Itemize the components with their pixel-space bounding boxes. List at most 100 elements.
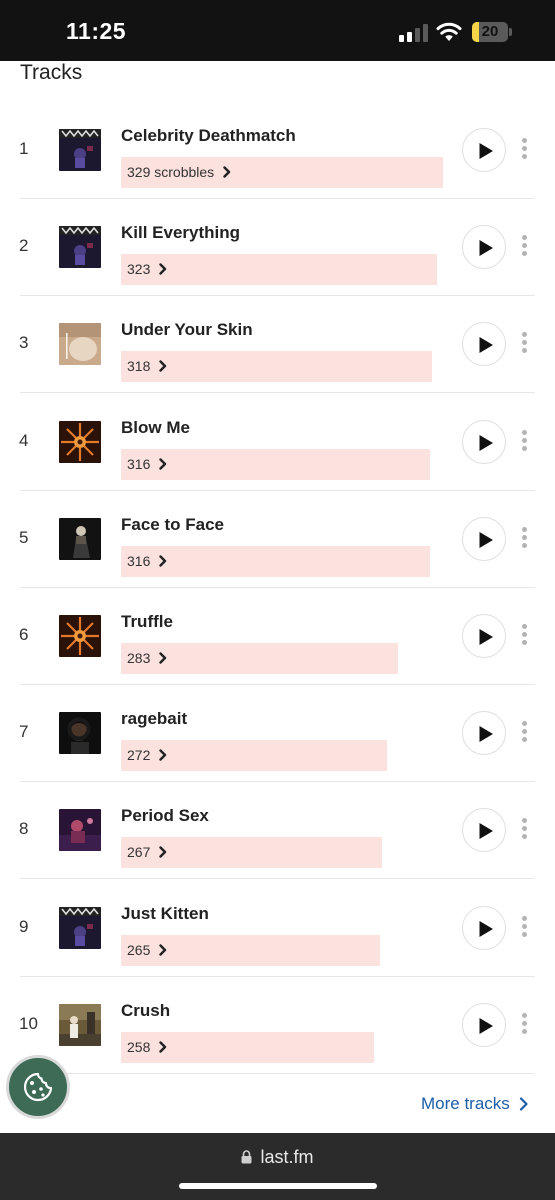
track-row[interactable]: 10 Crush 258 bbox=[0, 977, 555, 1074]
play-icon bbox=[479, 143, 493, 159]
track-row[interactable]: 9 Just Kitten 265 bbox=[0, 880, 555, 977]
scrobble-count-link[interactable]: 316 bbox=[127, 553, 169, 569]
play-icon bbox=[479, 240, 493, 257]
screen: 11:25 20 Tracks 1 Celebrity Deathmatch 329… bbox=[0, 0, 555, 1200]
status-bar: 11:25 20 bbox=[0, 0, 555, 61]
play-button[interactable] bbox=[462, 905, 506, 950]
scrobble-count-link[interactable]: 316 bbox=[127, 456, 169, 472]
more-options-button[interactable] bbox=[515, 816, 535, 842]
album-art-image[interactable] bbox=[59, 226, 101, 269]
scrobble-count: 323 bbox=[127, 261, 151, 278]
play-button[interactable] bbox=[462, 322, 506, 367]
track-name-link[interactable]: Celebrity Deathmatch bbox=[121, 126, 296, 146]
scrobble-count: 329 scrobbles bbox=[127, 164, 215, 180]
scrobble-count-link[interactable]: 323 bbox=[127, 261, 169, 277]
more-options-button[interactable] bbox=[515, 914, 535, 940]
play-button[interactable] bbox=[462, 128, 506, 172]
track-name-link[interactable]: Face to Face bbox=[121, 515, 224, 535]
more-options-button[interactable] bbox=[515, 719, 535, 745]
play-button[interactable] bbox=[462, 711, 506, 756]
chevron-right-icon bbox=[159, 457, 167, 470]
play-icon bbox=[479, 823, 493, 840]
home-indicator[interactable] bbox=[179, 1183, 377, 1189]
scrobble-count-link[interactable]: 283 bbox=[127, 650, 169, 666]
track-name-link[interactable]: Crush bbox=[121, 1001, 170, 1021]
track-row[interactable]: 6 Truffle 283 bbox=[0, 588, 555, 685]
track-name-link[interactable]: Just Kitten bbox=[121, 904, 209, 924]
more-tracks-link[interactable]: More tracks bbox=[421, 1094, 529, 1114]
album-art-image[interactable] bbox=[59, 1003, 101, 1046]
more-options-button[interactable] bbox=[515, 136, 535, 162]
more-options-button[interactable] bbox=[515, 525, 535, 551]
chevron-right-icon bbox=[159, 943, 167, 956]
track-row[interactable]: 4 Blow Me 316 bbox=[0, 394, 555, 491]
album-art-image[interactable] bbox=[59, 420, 101, 463]
track-rank: 7 bbox=[19, 722, 29, 742]
cookie-icon bbox=[23, 1072, 53, 1102]
album-art-image[interactable] bbox=[59, 712, 101, 755]
track-rank: 10 bbox=[19, 1013, 38, 1033]
play-button[interactable] bbox=[462, 808, 506, 853]
play-button[interactable] bbox=[462, 516, 506, 561]
play-icon bbox=[479, 726, 493, 743]
scrobble-count-link[interactable]: 265 bbox=[127, 942, 169, 958]
track-rank: 2 bbox=[19, 236, 29, 256]
address-bar[interactable]: last.fm bbox=[0, 1147, 555, 1168]
scrobble-count: 283 bbox=[127, 650, 151, 666]
track-name-link[interactable]: Blow Me bbox=[121, 418, 190, 438]
track-name-link[interactable]: Kill Everything bbox=[121, 223, 240, 243]
play-icon bbox=[479, 337, 493, 354]
chevron-right-icon bbox=[159, 555, 167, 567]
play-button[interactable] bbox=[462, 419, 506, 464]
track-name-link[interactable]: ragebait bbox=[121, 709, 187, 729]
track-rank: 5 bbox=[19, 527, 29, 547]
scrobble-count: 316 bbox=[127, 552, 151, 569]
play-button[interactable] bbox=[462, 1002, 506, 1047]
scrobble-count-link[interactable]: 272 bbox=[127, 747, 169, 763]
play-icon bbox=[479, 434, 493, 451]
track-name-link[interactable]: Truffle bbox=[121, 612, 173, 632]
play-button[interactable] bbox=[462, 225, 506, 270]
more-options-button[interactable] bbox=[515, 330, 535, 356]
album-art-image[interactable] bbox=[59, 323, 101, 366]
lock-icon bbox=[241, 1148, 252, 1164]
more-options-button[interactable] bbox=[515, 428, 535, 454]
album-art-image[interactable] bbox=[59, 517, 101, 560]
album-art-image[interactable] bbox=[59, 129, 101, 171]
track-row[interactable]: 7 ragebait 272 bbox=[0, 685, 555, 783]
scrobble-count: 258 bbox=[127, 1038, 151, 1055]
more-options-button[interactable] bbox=[515, 1011, 535, 1037]
more-options-button[interactable] bbox=[515, 233, 535, 259]
track-row[interactable]: 8 Period Sex 267 bbox=[0, 782, 555, 880]
track-row[interactable]: 2 Kill Everything 323 bbox=[0, 199, 555, 297]
scrobble-count-link[interactable]: 267 bbox=[127, 844, 169, 860]
chevron-right-icon bbox=[159, 360, 167, 373]
album-art-image[interactable] bbox=[59, 906, 101, 949]
scrobble-count-link[interactable]: 258 bbox=[127, 1039, 169, 1055]
track-name-link[interactable]: Period Sex bbox=[121, 806, 209, 826]
track-row[interactable]: 3 Under Your Skin 318 bbox=[0, 296, 555, 394]
section-title: Tracks bbox=[20, 61, 83, 84]
chevron-right-icon bbox=[159, 749, 167, 761]
wifi-icon bbox=[436, 20, 462, 42]
album-art-image[interactable] bbox=[59, 809, 101, 852]
scrobble-count: 267 bbox=[127, 844, 151, 861]
chevron-right-icon bbox=[223, 166, 231, 178]
more-tracks-label: More tracks bbox=[421, 1094, 510, 1113]
more-options-button[interactable] bbox=[515, 622, 535, 648]
track-row[interactable]: 5 Face to Face 316 bbox=[0, 491, 555, 588]
album-art-image[interactable] bbox=[59, 615, 101, 657]
chevron-right-icon bbox=[159, 263, 167, 275]
scrobble-count: 316 bbox=[127, 455, 151, 472]
track-rank: 9 bbox=[19, 916, 29, 936]
track-name-link[interactable]: Under Your Skin bbox=[121, 320, 253, 340]
play-button[interactable] bbox=[462, 614, 506, 658]
browser-bar: last.fm bbox=[0, 1133, 555, 1200]
track-row[interactable]: 1 Celebrity Deathmatch 329 scrobbles bbox=[0, 102, 555, 199]
scrobble-count-link[interactable]: 329 scrobbles bbox=[127, 164, 233, 180]
url-text: last.fm bbox=[260, 1147, 314, 1167]
scrobble-count: 272 bbox=[127, 747, 151, 764]
cookie-settings-button[interactable] bbox=[6, 1055, 70, 1119]
scrobble-count-link[interactable]: 318 bbox=[127, 358, 169, 374]
track-rank: 8 bbox=[19, 819, 29, 839]
